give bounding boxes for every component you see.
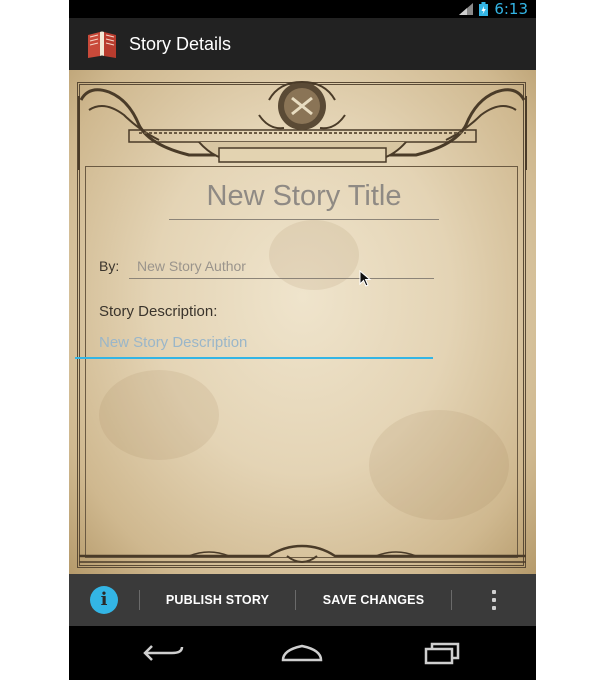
footer-ornament [79,544,526,563]
save-changes-button[interactable]: SAVE CHANGES [296,574,451,626]
navigation-bar [69,626,536,680]
mouse-cursor-icon [359,270,372,287]
home-icon [281,644,323,662]
header-ornament [78,80,527,170]
back-icon [143,645,184,661]
status-bar: 6:13 [69,0,536,18]
parchment-content: New Story Title By: New Story Author Sto… [69,70,536,574]
bottom-action-bar: i PUBLISH STORY SAVE CHANGES [69,574,536,626]
action-bar: Story Details [69,18,536,70]
description-label: Story Description: [99,303,218,320]
recents-button[interactable] [417,638,467,668]
home-button[interactable] [277,638,327,668]
battery-icon [479,2,489,16]
status-icons: 6:13 [459,0,528,18]
status-clock: 6:13 [494,0,528,18]
author-label: By: [99,258,120,274]
signal-icon [459,3,474,15]
story-description-input[interactable]: New Story Description [75,334,433,359]
book-icon[interactable] [85,27,119,61]
story-title-input[interactable]: New Story Title [169,180,439,220]
back-button[interactable] [139,638,189,668]
story-author-input[interactable]: New Story Author [129,258,434,279]
overflow-menu-button[interactable] [452,574,536,626]
info-icon: i [90,586,118,614]
inner-frame [85,166,518,558]
info-button[interactable]: i [69,574,139,626]
overflow-menu-icon [492,590,496,610]
publish-story-button[interactable]: PUBLISH STORY [140,574,295,626]
recents-icon [424,642,460,665]
page-title: Story Details [129,33,232,54]
phone-screen: 6:13 Story Details New Story Title By: N… [69,0,536,680]
